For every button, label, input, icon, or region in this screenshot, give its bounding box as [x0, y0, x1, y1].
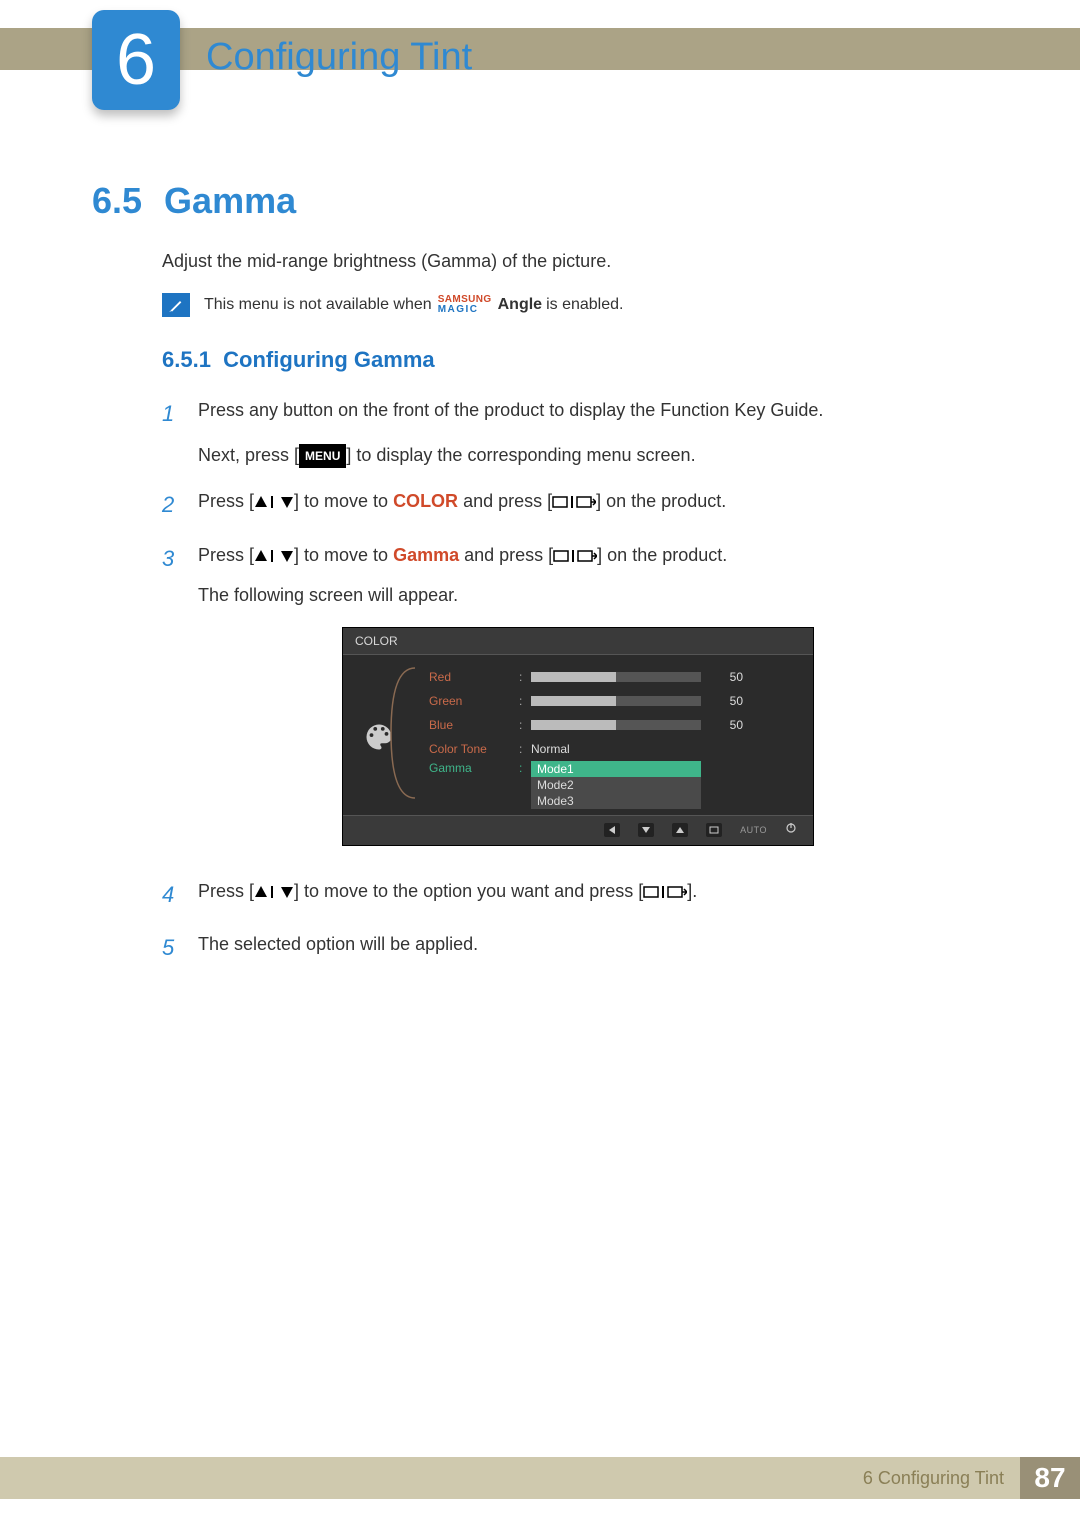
note-text-suffix: is enabled. — [546, 294, 623, 316]
enter-source-icon — [643, 885, 687, 899]
step-3: 3 Press [] to move to Gamma and press []… — [162, 540, 988, 611]
osd-footer-nav: AUTO — [343, 815, 813, 845]
section-heading: 6.5 Gamma — [92, 180, 988, 222]
enter-source-icon — [552, 495, 596, 509]
section-number: 6.5 — [92, 180, 142, 222]
osd-row-green: Green : 50 — [429, 689, 799, 713]
osd-gamma-mode1: Mode1 — [531, 761, 701, 777]
step-3-tail: The following screen will appear. — [198, 580, 988, 611]
section-intro: Adjust the mid-range brightness (Gamma) … — [162, 248, 988, 275]
osd-gamma-mode2: Mode2 — [531, 777, 701, 793]
chapter-badge: 6 — [92, 10, 180, 110]
samsung-magic-brand: SAMSUNG MAGIC — [438, 295, 492, 315]
osd-row-red: Red : 50 — [429, 665, 799, 689]
chapter-number: 6 — [116, 19, 156, 101]
subsection-heading: 6.5.1 Configuring Gamma — [162, 347, 988, 373]
menu-key-icon: MENU — [299, 444, 346, 468]
osd-title: COLOR — [343, 628, 813, 655]
nav-left-icon — [604, 823, 620, 837]
osd-row-colortone: Color Tone : Normal — [429, 737, 799, 761]
note-callout: This menu is not available when SAMSUNG … — [162, 293, 988, 317]
up-down-icon — [254, 885, 294, 899]
footer-label: 6 Configuring Tint — [863, 1468, 1020, 1489]
section-title: Gamma — [164, 180, 296, 222]
step-2: 2 Press [] to move to COLOR and press []… — [162, 486, 988, 523]
page-footer: 6 Configuring Tint 87 — [0, 1457, 1080, 1499]
osd-gamma-mode3: Mode3 — [531, 793, 701, 809]
nav-enter-icon — [706, 823, 722, 837]
nav-up-icon — [672, 823, 688, 837]
note-text-prefix: This menu is not available when — [204, 294, 432, 316]
enter-source-icon — [553, 549, 597, 563]
step-1-line1: Press any button on the front of the pro… — [198, 395, 988, 426]
up-down-icon — [254, 495, 294, 509]
up-down-icon — [254, 549, 294, 563]
osd-row-gamma: Gamma : Mode1 Mode2 Mode3 — [429, 761, 799, 809]
osd-row-blue: Blue : 50 — [429, 713, 799, 737]
power-icon — [785, 821, 797, 839]
chapter-title: Configuring Tint — [206, 36, 472, 79]
footer-page-number: 87 — [1020, 1457, 1080, 1499]
keyword-gamma: Gamma — [393, 545, 459, 565]
step-5: 5 The selected option will be applied. — [162, 929, 988, 966]
keyword-color: COLOR — [393, 491, 458, 511]
step-4: 4 Press [] to move to the option you wan… — [162, 876, 988, 913]
osd-bracket — [387, 663, 417, 803]
osd-gamma-dropdown: Mode1 Mode2 Mode3 — [531, 761, 701, 809]
nav-down-icon — [638, 823, 654, 837]
brand-suffix: Angle — [498, 294, 542, 316]
osd-screenshot: COLOR Red : 50 Green — [342, 627, 814, 846]
note-icon — [162, 293, 190, 317]
nav-auto-label: AUTO — [740, 825, 767, 835]
step-1: 1 Press any button on the front of the p… — [162, 395, 988, 470]
